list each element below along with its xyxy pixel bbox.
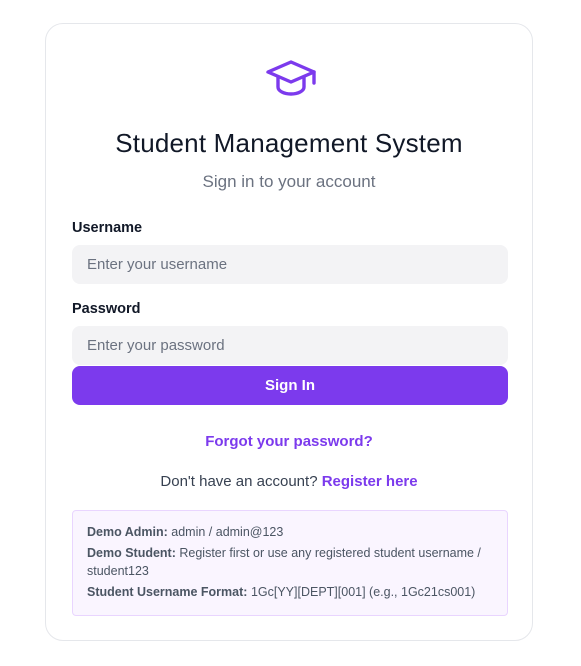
- username-format-value: 1Gc[YY][DEPT][001] (e.g., 1Gc21cs001): [250, 585, 476, 599]
- no-account-text: Don't have an account?: [160, 473, 318, 490]
- username-label: Username: [72, 220, 143, 236]
- demo-admin-label: Demo Admin:: [87, 525, 168, 539]
- login-card: Student Management System Sign in to you…: [45, 23, 533, 641]
- demo-credentials-box: Demo Admin: admin / admin@123 Demo Stude…: [72, 510, 508, 616]
- forgot-password-link[interactable]: Forgot your password?: [205, 433, 373, 450]
- demo-student-line: Demo Student: Register first or use any …: [87, 544, 493, 580]
- register-row: Don't have an account? Register here: [46, 473, 532, 490]
- demo-admin-value: admin / admin@123: [171, 525, 284, 539]
- register-link[interactable]: Register here: [322, 473, 418, 490]
- username-format-line: Student Username Format: 1Gc[YY][DEPT][0…: [87, 583, 493, 601]
- username-input[interactable]: [72, 245, 508, 284]
- username-format-label: Student Username Format:: [87, 585, 248, 599]
- password-label: Password: [72, 301, 141, 317]
- forgot-password-row: Forgot your password?: [46, 433, 532, 450]
- demo-student-label: Demo Student:: [87, 546, 176, 560]
- graduation-cap-icon: [265, 58, 317, 98]
- page-title: Student Management System: [115, 128, 463, 158]
- page-subtitle: Sign in to your account: [202, 172, 376, 191]
- password-input[interactable]: [72, 326, 508, 365]
- demo-admin-line: Demo Admin: admin / admin@123: [87, 523, 493, 541]
- sign-in-button[interactable]: Sign In: [72, 366, 508, 405]
